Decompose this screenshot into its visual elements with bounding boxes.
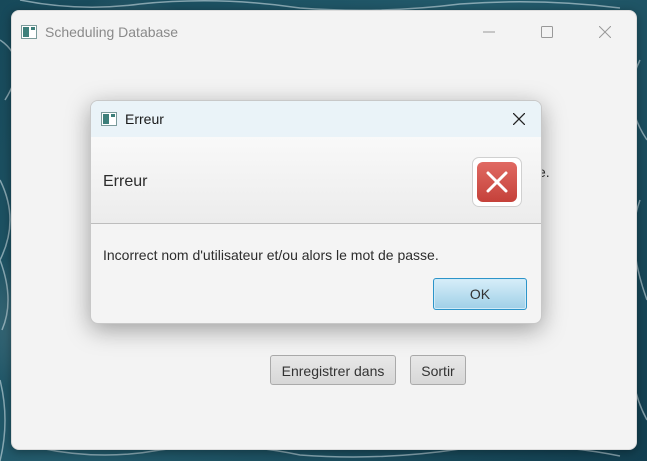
minimize-button[interactable] xyxy=(466,11,512,53)
error-dialog: Erreur Erreur Incorrect nom d'utilisateu… xyxy=(90,100,542,324)
dialog-header-text: Erreur xyxy=(103,173,148,190)
dialog-title: Erreur xyxy=(125,111,164,127)
error-x-icon xyxy=(477,162,517,202)
maximize-icon xyxy=(541,26,553,38)
dialog-titlebar: Erreur xyxy=(91,101,541,137)
minimize-icon xyxy=(483,31,495,33)
main-titlebar: Scheduling Database xyxy=(12,11,636,53)
ok-button[interactable]: OK xyxy=(433,278,527,310)
x-mark-icon xyxy=(486,171,508,193)
save-button[interactable]: Enregistrer dans xyxy=(270,355,396,385)
dialog-app-icon xyxy=(101,112,117,126)
close-icon xyxy=(599,26,611,38)
dialog-message: Incorrect nom d'utilisateur et/ou alors … xyxy=(103,247,439,263)
error-icon-frame xyxy=(472,157,522,207)
exit-button[interactable]: Sortir xyxy=(410,355,466,385)
close-icon xyxy=(513,113,525,125)
dialog-close-button[interactable] xyxy=(497,101,541,137)
maximize-button[interactable] xyxy=(524,11,570,53)
dialog-header: Erreur xyxy=(91,137,541,224)
close-button[interactable] xyxy=(582,11,628,53)
app-icon xyxy=(21,25,37,39)
window-title: Scheduling Database xyxy=(45,24,179,40)
